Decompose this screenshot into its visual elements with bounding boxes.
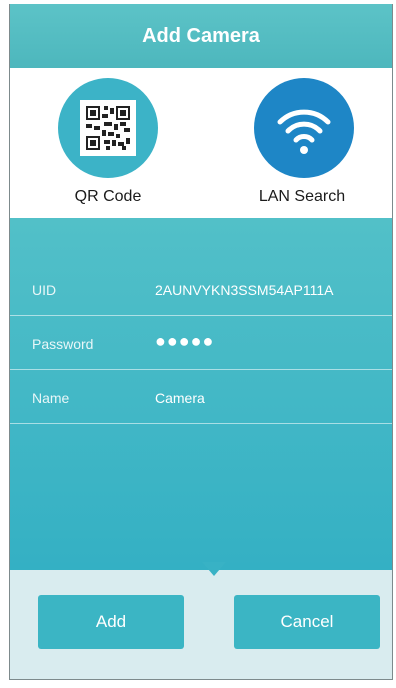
add-camera-screen: Add Camera QR Code LAN Search UID 2AUNVY… [9,4,393,680]
password-row[interactable]: Password ●●●●● [10,318,392,370]
wifi-icon[interactable] [254,78,354,178]
divider [10,423,392,424]
qr-code-label: QR Code [74,188,142,205]
lan-search-label: LAN Search [258,188,346,205]
password-label: Password [32,336,94,352]
navigation-bar: Add Camera [10,4,392,68]
uid-field[interactable]: 2AUNVYKN3SSM54AP111A [155,282,333,298]
cancel-button[interactable]: Cancel [234,595,380,649]
qr-code-option[interactable]: QR Code [28,76,188,216]
qr-code-icon[interactable] [58,78,158,178]
add-button[interactable]: Add [38,595,184,649]
uid-row[interactable]: UID 2AUNVYKN3SSM54AP111A [10,264,392,316]
pointer-arrow [202,562,226,576]
password-field[interactable]: ●●●●● [155,331,214,352]
divider [10,315,392,316]
page-title: Add Camera [142,25,260,47]
name-field[interactable]: Camera [155,390,205,406]
divider [10,369,392,370]
name-row[interactable]: Name Camera [10,372,392,424]
add-method-picker: QR Code LAN Search [10,68,392,218]
camera-form: UID 2AUNVYKN3SSM54AP111A Password ●●●●● … [10,218,392,570]
name-label: Name [32,390,70,406]
lan-search-option[interactable]: LAN Search [230,76,390,216]
uid-label: UID [32,282,57,298]
